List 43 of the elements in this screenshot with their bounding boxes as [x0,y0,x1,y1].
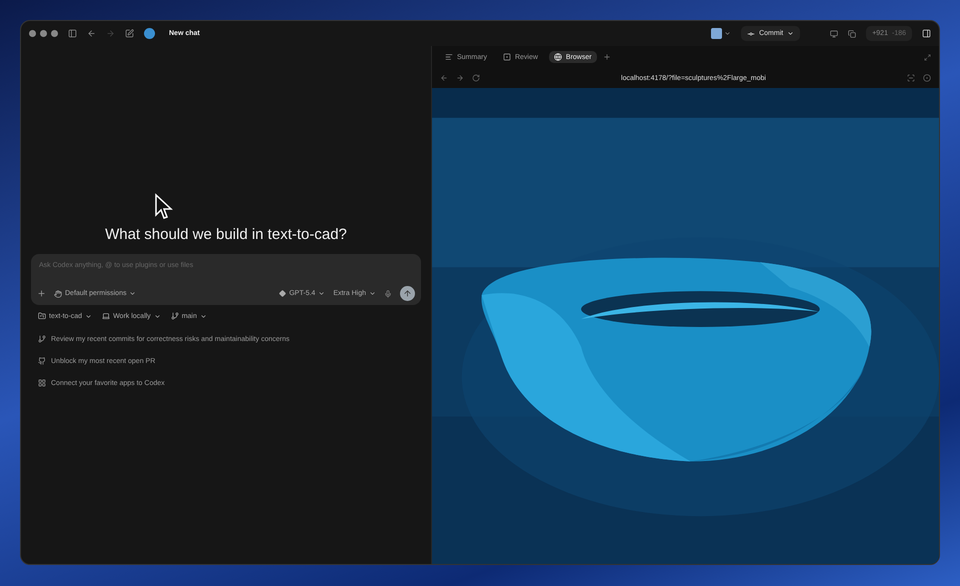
laptop-icon [102,312,110,320]
back-icon[interactable] [440,74,448,82]
hand-icon [54,290,62,298]
pointer-icon [154,193,174,221]
chevron-icon [369,290,376,297]
terminal-icon[interactable] [830,30,838,38]
chevron-icon [129,290,136,297]
chevron-icon [787,30,794,37]
target-icon[interactable] [923,74,931,82]
square-icon [502,53,511,61]
microphone-icon[interactable] [384,290,392,298]
arrow-up-icon [403,289,412,298]
close-dot[interactable] [29,30,36,37]
diamond-icon [279,290,286,297]
expand-icon[interactable] [924,54,931,60]
grid-icon [38,379,46,387]
chevron-icon[interactable] [724,30,732,37]
copy-icon[interactable] [848,30,856,38]
branch-icon [170,312,179,320]
sidebar-icon[interactable] [68,29,77,38]
zoom-dot[interactable] [51,30,58,37]
forward-icon[interactable] [456,74,464,82]
avatar[interactable] [144,28,155,39]
send-button[interactable] [400,286,415,301]
chevron-icon [85,312,92,320]
folder-icon [38,312,46,320]
chevron-icon [154,312,161,320]
new-chat-icon[interactable] [125,29,134,38]
globe-icon [554,53,562,61]
back-icon[interactable] [87,29,96,38]
reload-icon[interactable] [472,74,480,82]
add-tab-icon[interactable] [602,53,611,61]
chevron-icon [200,312,207,320]
github-icon [38,357,46,365]
chat-heading: What should we build in text-to-cad? [104,226,348,243]
lines-icon [445,53,453,61]
minimize-dot[interactable] [40,30,47,37]
commit-icon [747,30,756,38]
chevron-icon [318,290,326,297]
add-icon[interactable] [37,289,46,298]
app-icon[interactable] [711,28,722,39]
panel-icon[interactable] [922,29,931,38]
branch-icon [38,335,46,343]
